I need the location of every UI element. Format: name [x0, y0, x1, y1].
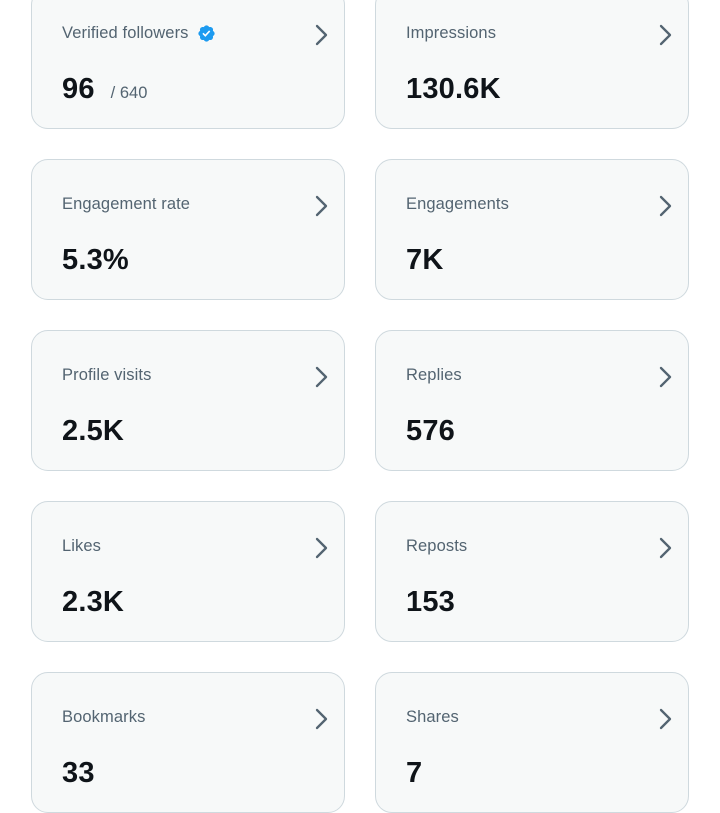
metric-card-likes[interactable]: Likes 2.3K	[31, 501, 345, 642]
metric-value: 96	[62, 73, 95, 105]
chevron-right-icon	[656, 365, 674, 389]
metric-value-row: 2.3K	[62, 586, 124, 619]
metric-label-row: Verified followers	[62, 24, 216, 43]
metric-label-row: Shares	[406, 708, 459, 727]
metric-label-row: Bookmarks	[62, 708, 145, 727]
metric-label: Likes	[62, 537, 102, 555]
metric-value-row: 576	[406, 415, 455, 448]
metric-label: Engagements	[406, 195, 509, 213]
metric-label: Reposts	[406, 537, 468, 555]
metric-value: 5.3%	[62, 244, 129, 276]
metric-label-row: Reposts	[406, 537, 467, 556]
metric-value: 7	[406, 757, 423, 789]
metric-value-row: 5.3%	[62, 244, 129, 277]
metric-value: 2.3K	[62, 586, 125, 618]
verified-badge-icon	[197, 24, 216, 43]
metric-card-shares[interactable]: Shares 7	[375, 672, 689, 813]
metric-value-row: 7K	[406, 244, 443, 277]
chevron-right-icon	[312, 536, 330, 560]
metric-value: 33	[62, 757, 95, 789]
metric-value-total: / 640	[110, 84, 148, 102]
metric-value: 130.6K	[406, 73, 501, 105]
metric-label-row: Profile visits	[62, 366, 151, 385]
metric-label-row: Engagements	[406, 195, 509, 214]
metric-label-row: Engagement rate	[62, 195, 190, 214]
metric-value: 576	[406, 415, 455, 447]
chevron-right-icon	[656, 23, 674, 47]
metric-card-impressions[interactable]: Impressions 130.6K	[375, 0, 689, 129]
chevron-right-icon	[656, 707, 674, 731]
chevron-right-icon	[312, 365, 330, 389]
metric-label: Verified followers	[62, 24, 189, 42]
chevron-right-icon	[312, 194, 330, 218]
chevron-right-icon	[656, 194, 674, 218]
metric-label: Impressions	[406, 24, 497, 42]
metric-card-reposts[interactable]: Reposts 153	[375, 501, 689, 642]
metric-label: Engagement rate	[62, 195, 191, 213]
metric-label-row: Impressions	[406, 24, 496, 43]
metric-label: Shares	[406, 708, 459, 726]
metric-label: Bookmarks	[62, 708, 146, 726]
chevron-right-icon	[312, 23, 330, 47]
metric-value: 7K	[406, 244, 444, 276]
metric-value-row: 130.6K	[406, 73, 501, 106]
metric-value-row: 7	[406, 757, 422, 790]
metric-value: 2.5K	[62, 415, 125, 447]
metric-value-row: 96 / 640	[62, 73, 147, 106]
metric-card-bookmarks[interactable]: Bookmarks 33	[31, 672, 345, 813]
metric-label-row: Replies	[406, 366, 462, 385]
metric-card-profile-visits[interactable]: Profile visits 2.5K	[31, 330, 345, 471]
metric-card-verified-followers[interactable]: Verified followers 96 / 640	[31, 0, 345, 129]
metric-card-engagement-rate[interactable]: Engagement rate 5.3%	[31, 159, 345, 300]
metric-value: 153	[406, 586, 455, 618]
metrics-grid: Verified followers 96 / 640 Impressions …	[31, 0, 689, 813]
metric-label: Replies	[406, 366, 462, 384]
chevron-right-icon	[312, 707, 330, 731]
metric-value-row: 153	[406, 586, 455, 619]
metric-value-row: 33	[62, 757, 95, 790]
metric-label: Profile visits	[62, 366, 152, 384]
chevron-right-icon	[656, 536, 674, 560]
metric-card-engagements[interactable]: Engagements 7K	[375, 159, 689, 300]
metric-value-row: 2.5K	[62, 415, 124, 448]
metric-card-replies[interactable]: Replies 576	[375, 330, 689, 471]
metric-label-row: Likes	[62, 537, 101, 556]
